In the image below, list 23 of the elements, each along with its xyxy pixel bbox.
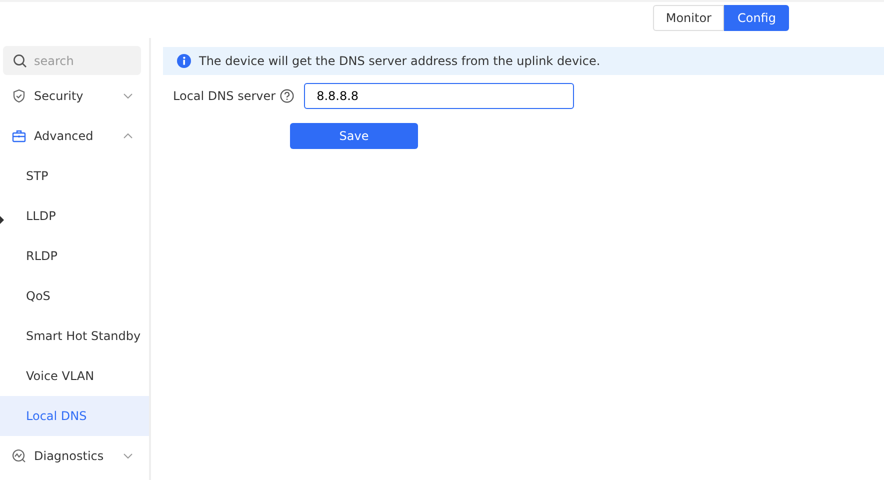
menu-item[interactable]: QoS xyxy=(0,276,149,316)
help-icon[interactable] xyxy=(280,89,294,103)
menu-group[interactable]: Diagnostics xyxy=(0,436,149,476)
menu-item[interactable]: STP xyxy=(0,156,149,196)
menu-item[interactable]: Local DNS xyxy=(0,396,149,436)
info-text: The device will get the DNS server address from the uplink device. xyxy=(199,54,600,68)
menu-item[interactable]: RLDP xyxy=(0,236,149,276)
dns-server-field[interactable]: 8.8.8.8 xyxy=(304,83,574,109)
collapse-handle-icon[interactable] xyxy=(0,216,4,224)
info-icon xyxy=(177,54,191,68)
view-tab[interactable]: Config xyxy=(724,5,789,31)
pulse-icon xyxy=(12,449,26,463)
search-field[interactable]: search xyxy=(3,46,141,75)
save-button[interactable]: Save xyxy=(290,123,418,149)
menu-item[interactable]: Voice VLAN xyxy=(0,356,149,396)
briefcase-icon xyxy=(12,129,26,143)
shield-icon xyxy=(12,89,26,103)
menu-item[interactable]: Smart Hot Standby xyxy=(0,316,149,356)
menu-group[interactable]: Security xyxy=(0,76,149,116)
menu-group[interactable]: Advanced xyxy=(0,116,149,156)
field-label: Local DNS server xyxy=(173,89,276,103)
menu-item[interactable]: LLDP xyxy=(0,196,149,236)
view-tab[interactable]: Monitor xyxy=(652,5,724,31)
